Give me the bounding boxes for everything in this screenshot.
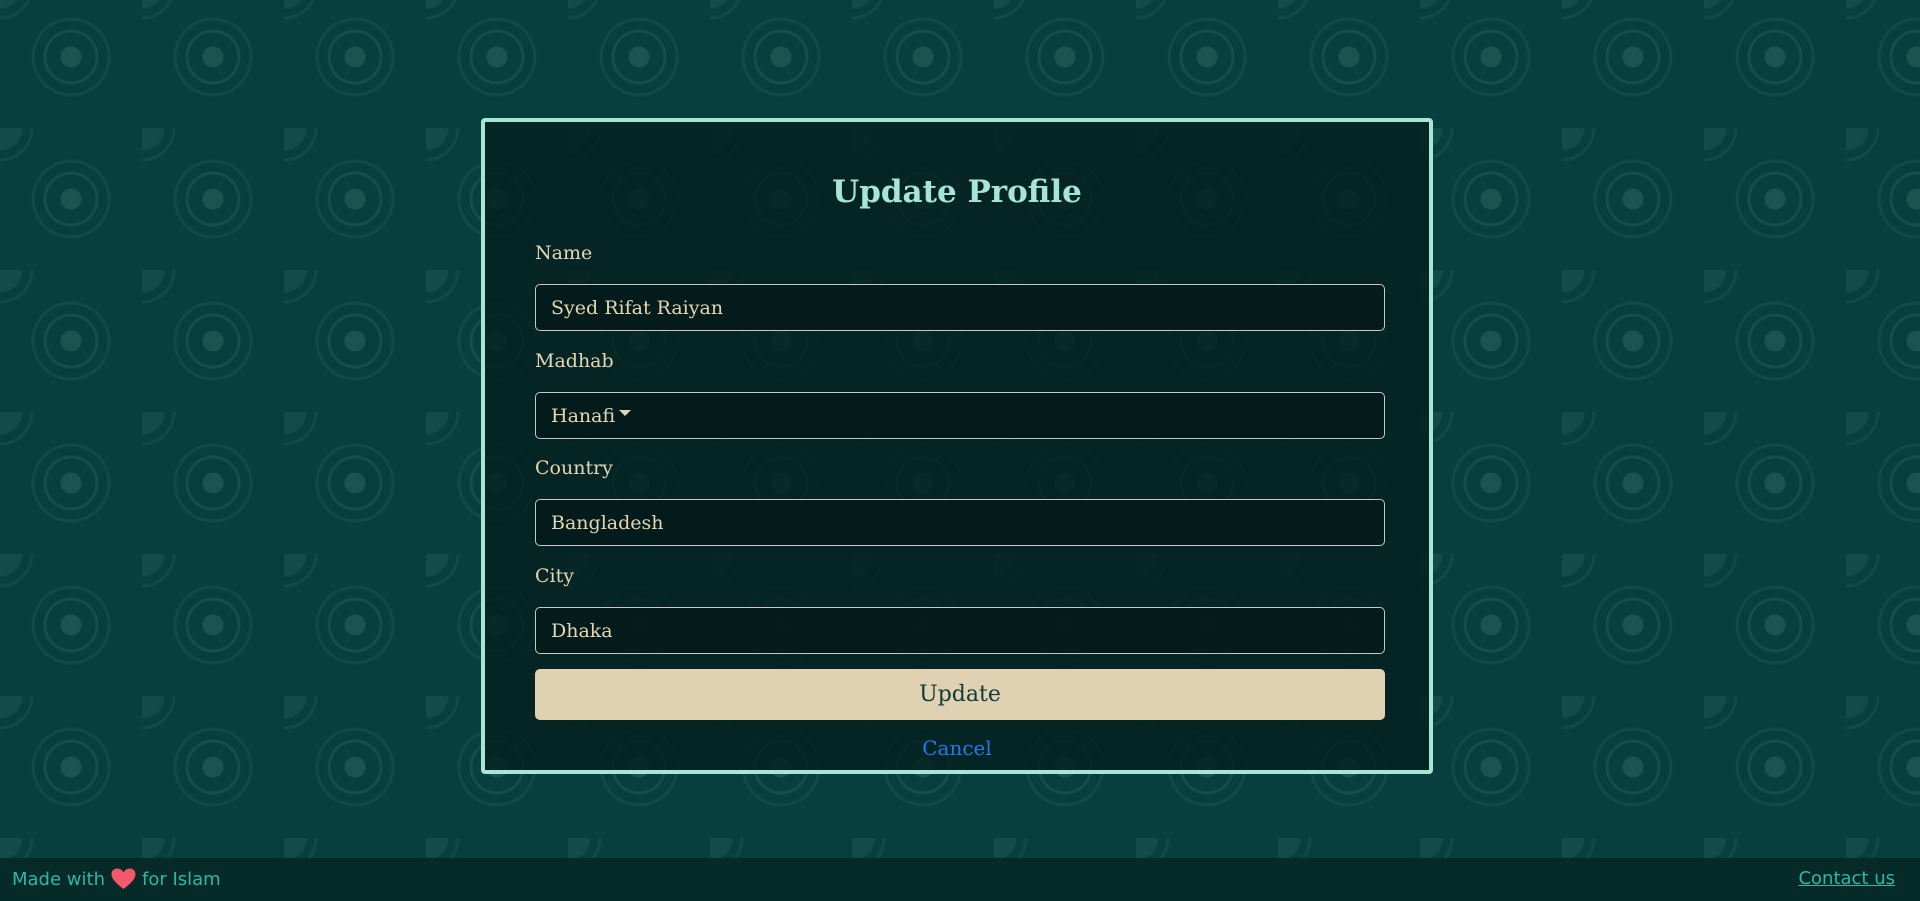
city-input-value: Dhaka xyxy=(551,619,613,642)
update-profile-card: Update Profile Name Syed Rifat Raiyan Ma… xyxy=(481,118,1433,774)
name-label: Name xyxy=(535,242,593,264)
footer-credit: Made with for Islam xyxy=(12,868,221,890)
country-input-value: Bangladesh xyxy=(551,511,664,534)
madhab-select-value: Hanafi xyxy=(551,404,616,427)
contact-us-link[interactable]: Contact us xyxy=(1798,868,1895,889)
for-islam-text: for Islam xyxy=(141,868,221,890)
city-input[interactable]: Dhaka xyxy=(535,607,1385,654)
heart-icon xyxy=(111,868,136,890)
update-button[interactable]: Update xyxy=(535,669,1385,720)
madhab-label: Madhab xyxy=(535,350,614,372)
city-label: City xyxy=(535,565,574,587)
name-input-value: Syed Rifat Raiyan xyxy=(551,296,724,319)
footer: Made with for Islam Contact us xyxy=(0,858,1920,901)
country-input[interactable]: Bangladesh xyxy=(535,499,1385,546)
chevron-down-icon xyxy=(619,409,632,416)
madhab-select[interactable]: Hanafi xyxy=(535,392,1385,439)
made-with-text: Made with xyxy=(12,868,105,890)
page-title: Update Profile xyxy=(832,174,1082,210)
name-input[interactable]: Syed Rifat Raiyan xyxy=(535,284,1385,331)
country-label: Country xyxy=(535,457,613,479)
cancel-link[interactable]: Cancel xyxy=(485,736,1429,760)
